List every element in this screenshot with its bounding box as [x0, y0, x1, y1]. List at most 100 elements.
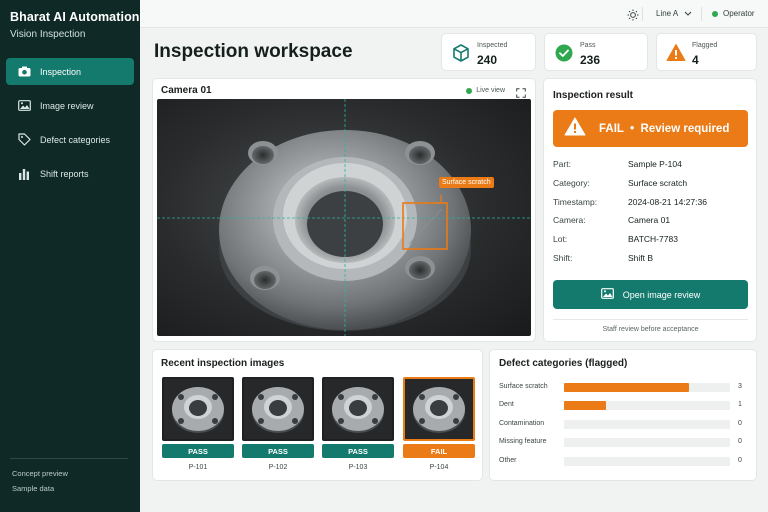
flange-image — [157, 99, 531, 336]
warning-icon — [564, 117, 586, 141]
stat-value: 4 — [692, 53, 699, 67]
stat-label: Inspected — [477, 42, 508, 49]
thumbnail-item[interactable]: PASS P-102 — [242, 377, 314, 471]
thumbnail-label: P-103 — [348, 464, 368, 471]
status-dot-icon — [712, 10, 718, 17]
defect-bar-track — [564, 420, 730, 429]
camera-icon — [17, 65, 31, 79]
sidebar-item-defect-categories[interactable]: Defect categories — [6, 126, 134, 153]
review-note: Staff review before acceptance — [602, 326, 699, 333]
field-label: Category: — [553, 178, 590, 188]
stat-card-pass: Pass 236 — [544, 33, 648, 71]
image-icon — [600, 288, 614, 301]
field-value: Surface scratch — [628, 178, 688, 188]
result-panel: Inspection result FAIL • Review required… — [543, 78, 757, 342]
defect-name: Dent — [499, 401, 514, 408]
defect-count: 0 — [738, 457, 742, 464]
stat-label: Pass — [580, 42, 596, 49]
thumbnail-image[interactable] — [403, 377, 475, 441]
defect-bar — [564, 383, 689, 392]
warning-icon — [666, 43, 686, 63]
tag-icon — [17, 133, 31, 147]
sidebar-item-inspection[interactable]: Inspection — [6, 58, 134, 85]
thumbnail-item[interactable]: PASS P-103 — [322, 377, 394, 471]
defect-row: Missing feature 0 — [499, 436, 749, 448]
button-label: Open image review — [622, 289, 701, 300]
field-value: Sample P-104 — [628, 159, 682, 169]
sidebar-item-image-review[interactable]: Image review — [6, 92, 134, 119]
defect-categories-panel: Defect categories (flagged) Surface scra… — [489, 349, 757, 481]
defect-name: Contamination — [499, 420, 545, 427]
result-title: Inspection result — [553, 90, 634, 101]
chevron-down-icon — [684, 9, 692, 18]
image-icon — [17, 99, 31, 113]
stat-value: 236 — [580, 53, 601, 67]
defect-count: 3 — [738, 383, 742, 390]
fail-banner: FAIL • Review required — [553, 110, 748, 147]
live-dot-icon — [466, 87, 473, 94]
defect-row: Other 0 — [499, 455, 749, 467]
fail-banner-text: FAIL • Review required — [599, 122, 730, 135]
field-label: Camera: — [553, 215, 586, 225]
stat-label: Flagged — [692, 42, 718, 49]
sidebar-item-shift-reports[interactable]: Shift reports — [6, 160, 134, 187]
status-badge: PASS — [242, 444, 314, 458]
status-badge: PASS — [322, 444, 394, 458]
defect-count: 0 — [738, 420, 742, 427]
stat-card-flagged: Flagged 4 — [656, 33, 757, 71]
brand-subtitle: Vision Inspection — [10, 29, 86, 40]
bar-chart-icon — [17, 167, 31, 181]
sidebar-item-label: Defect categories — [40, 134, 111, 145]
sidebar-item-label: Shift reports — [40, 168, 89, 179]
brand-title: Bharat AI Automation — [10, 10, 140, 24]
thumbnail-label: P-102 — [268, 464, 288, 471]
thumbnail-item[interactable]: PASS P-101 — [162, 377, 234, 471]
divider — [642, 7, 643, 21]
sidebar-footer-note: Sample data — [12, 484, 55, 493]
sidebar-item-label: Image review — [40, 100, 94, 111]
field-value: 2024-08-21 14:27:36 — [628, 197, 707, 207]
defect-bar-track — [564, 401, 730, 410]
defect-name: Missing feature — [499, 438, 547, 445]
field-label: Lot: — [553, 234, 568, 244]
field-value: BATCH-7783 — [628, 234, 678, 244]
defect-row: Surface scratch 3 — [499, 381, 749, 393]
thumbnail-item[interactable]: FAIL P-104 — [403, 377, 475, 471]
defect-count: 0 — [738, 438, 742, 445]
defect-name: Surface scratch — [499, 383, 548, 390]
status-badge: PASS — [162, 444, 234, 458]
thumbnail-image[interactable] — [162, 377, 234, 441]
defect-bar-track — [564, 457, 730, 466]
defect-bar-track — [564, 383, 730, 392]
defect-row: Contamination 0 — [499, 418, 749, 430]
defect-bar — [564, 401, 606, 410]
page-title: Inspection workspace — [154, 41, 353, 62]
sun-icon[interactable] — [627, 8, 639, 26]
defect-label: Surface scratch — [439, 177, 494, 188]
recent-images-panel: Recent inspection images PASS P-101 PASS P-… — [152, 349, 483, 481]
stat-value: 240 — [477, 53, 498, 67]
user-status: Operator — [712, 9, 755, 18]
defect-count: 1 — [738, 401, 742, 408]
sidebar-footer-note: Concept preview — [12, 469, 68, 478]
open-image-review-button[interactable]: Open image review — [553, 280, 748, 309]
top-bar: Line A Operator — [140, 0, 768, 28]
field-label: Shift: — [553, 253, 573, 263]
user-role: Operator — [723, 9, 755, 18]
divider — [701, 7, 702, 21]
field-value: Shift B — [628, 253, 654, 263]
thumbnail-image[interactable] — [322, 377, 394, 441]
defect-categories-title: Defect categories (flagged) — [499, 358, 628, 369]
line-selector-label: Line A — [656, 9, 679, 18]
sidebar-item-label: Inspection — [40, 66, 82, 77]
field-label: Part: — [553, 159, 571, 169]
line-selector[interactable]: Line A — [656, 9, 692, 18]
divider — [553, 319, 748, 320]
thumbnail-image[interactable] — [242, 377, 314, 441]
camera-feed[interactable]: Surface scratch — [157, 99, 531, 336]
defect-row: Dent 1 — [499, 399, 749, 411]
defect-bar-track — [564, 438, 730, 447]
sidebar: Bharat AI Automation Vision Inspection I… — [0, 0, 140, 512]
defect-name: Other — [499, 457, 517, 464]
sidebar-nav: Inspection Image review Defect categorie… — [6, 58, 134, 194]
